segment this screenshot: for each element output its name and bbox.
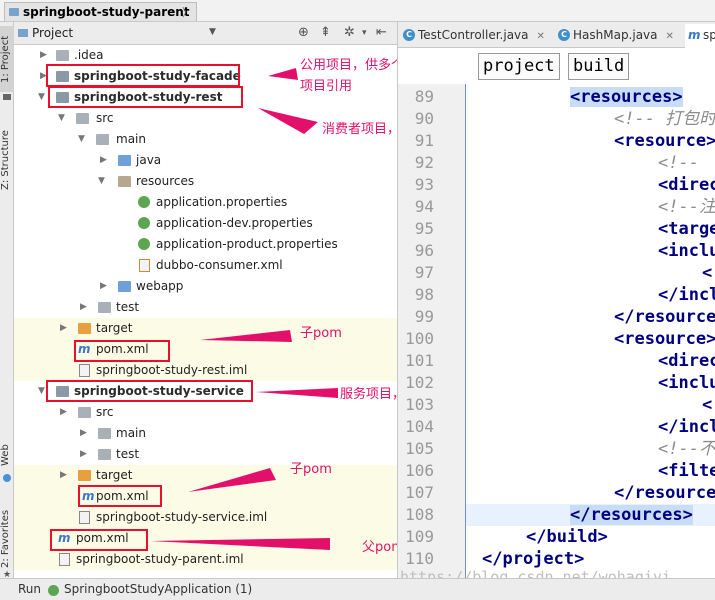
- spring-boot-icon: [48, 585, 59, 596]
- code-line: <inclu: [658, 241, 715, 261]
- line-number: 102: [405, 373, 434, 392]
- editor-tab-testcontroller[interactable]: C TestController.java ✕: [400, 24, 545, 48]
- code-line: </resource: [614, 483, 715, 503]
- code-line: <!--不: [658, 439, 715, 459]
- code-line: <direc: [658, 351, 715, 371]
- line-number: 109: [405, 527, 434, 546]
- editor-tab-pom[interactable]: m sp: [685, 24, 715, 48]
- arrow-parent-pom: [150, 538, 330, 550]
- line-number: 103: [405, 395, 434, 414]
- editor-tab-hashmap[interactable]: C HashMap.java ✕: [555, 24, 674, 48]
- line-number: 91: [414, 131, 434, 150]
- code-line: <filte: [658, 461, 715, 481]
- arrow-service: [256, 388, 338, 398]
- line-number: 96: [414, 241, 434, 260]
- line-number: 90: [414, 109, 434, 128]
- code-line: <: [702, 263, 713, 283]
- note-facade-line2: 项目引用: [300, 79, 353, 94]
- line-number: 104: [405, 417, 434, 436]
- arrow-rest: [258, 108, 318, 134]
- code-line: </resources>: [466, 504, 715, 526]
- line-number: 95: [414, 219, 434, 238]
- line-number: 108: [405, 505, 434, 524]
- note-service-pom: 子pom: [290, 462, 332, 477]
- run-tool-bar: Run SpringbootStudyApplication (1): [0, 578, 715, 600]
- code-line: </build>: [526, 527, 608, 547]
- code-line-text: <resources>: [570, 87, 683, 107]
- code-line: <!--: [658, 153, 699, 173]
- code-line: </incl: [658, 417, 715, 437]
- line-number: 98: [414, 285, 434, 304]
- code-line: <!--注: [658, 197, 715, 217]
- line-number: 97: [414, 263, 434, 282]
- maven-pom-icon: m: [688, 28, 701, 42]
- class-icon: C: [558, 29, 570, 41]
- line-number: 101: [405, 351, 434, 370]
- code-editor[interactable]: <resources> <!-- 打包时 <resource> <!-- <di…: [465, 84, 715, 578]
- breadcrumb-build[interactable]: build: [568, 53, 630, 80]
- class-icon: C: [403, 29, 415, 41]
- code-line: <inclu: [658, 373, 715, 393]
- line-number: 93: [414, 175, 434, 194]
- code-line: <resources>: [466, 86, 715, 108]
- code-line: </resource: [614, 307, 715, 327]
- line-number: 94: [414, 197, 434, 216]
- code-line: <: [702, 395, 713, 415]
- breadcrumb-project[interactable]: project: [478, 53, 560, 80]
- line-gutter: 89 90 91 92 93 94 95 96 97 98 99 100 101…: [397, 84, 479, 578]
- line-number: 106: [405, 461, 434, 480]
- line-number: 110: [405, 549, 434, 568]
- code-line: <targe: [658, 219, 715, 239]
- arrow-facade: [268, 68, 298, 80]
- code-line: </incl: [658, 285, 715, 305]
- breadcrumb: project build: [397, 48, 715, 84]
- run-config-label[interactable]: SpringbootStudyApplication (1): [64, 582, 252, 596]
- code-line: <resource>: [614, 329, 715, 349]
- arrow-rest-pom: [200, 330, 292, 342]
- arrow-service-pom: [188, 468, 276, 492]
- line-number: 105: [405, 439, 434, 458]
- note-facade-line1: 公用项目，供多个: [300, 58, 405, 73]
- editor-tab-bar: C TestController.java ✕ C HashMap.java ✕ m…: [397, 22, 715, 48]
- editor-tab-label: TestController.java: [418, 28, 529, 42]
- line-number: 92: [414, 153, 434, 172]
- line-number: 89: [414, 87, 434, 106]
- close-icon[interactable]: ✕: [537, 31, 545, 42]
- code-line: <!-- 打包时: [614, 109, 715, 129]
- note-rest-pom: 子pom: [300, 326, 342, 341]
- run-label[interactable]: Run: [18, 582, 41, 596]
- line-number: 107: [405, 483, 434, 502]
- editor-tab-label: sp: [703, 28, 715, 42]
- code-line: <direc: [658, 175, 715, 195]
- code-line: </project>: [482, 549, 585, 569]
- close-icon[interactable]: ✕: [666, 31, 674, 42]
- line-number: 99: [414, 307, 434, 326]
- editor-tab-label: HashMap.java: [573, 28, 658, 42]
- line-number: 100: [405, 329, 434, 348]
- code-line-text: </resources>: [570, 505, 693, 525]
- code-line: <resource>: [614, 131, 715, 151]
